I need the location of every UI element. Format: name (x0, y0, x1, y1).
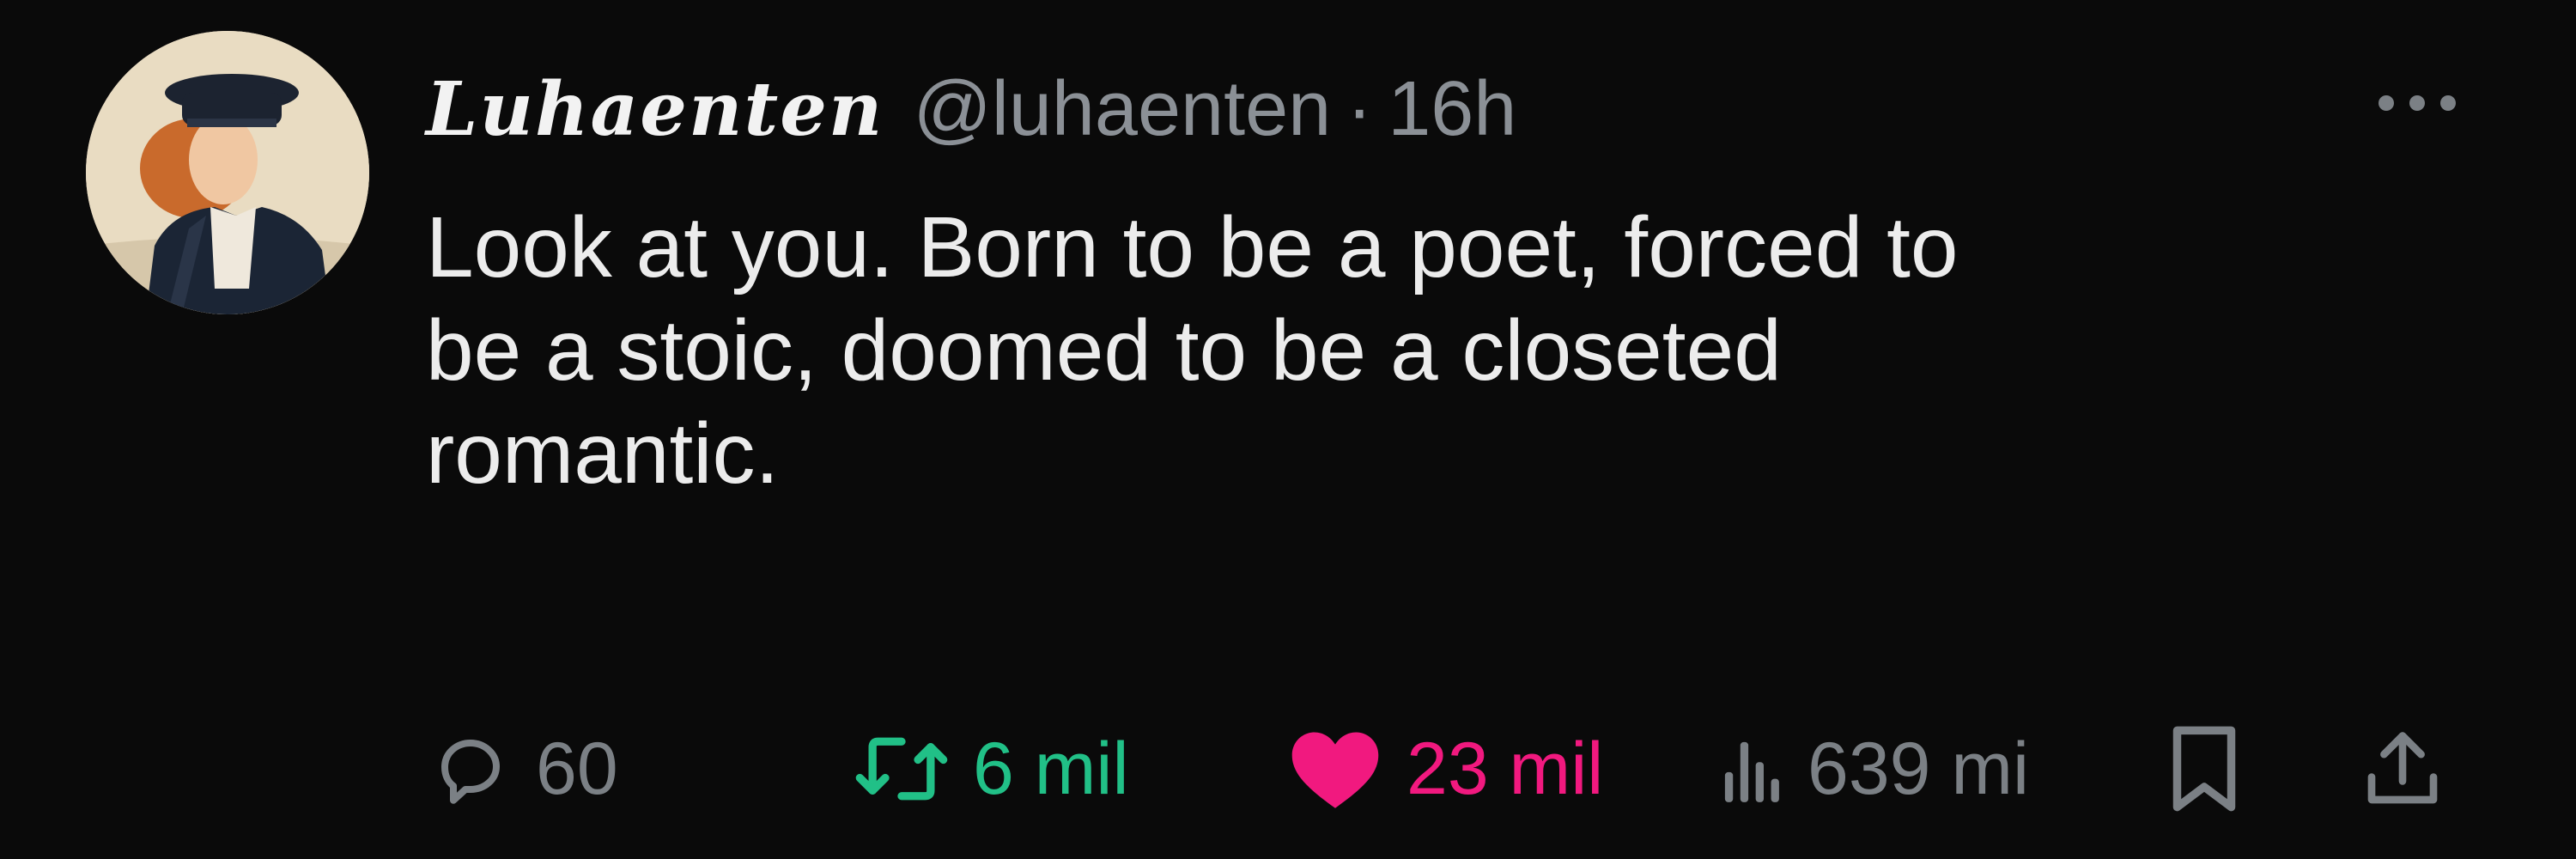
separator: · (1346, 65, 1373, 152)
heart-filled-icon (1291, 732, 1379, 808)
views-chart-icon (1724, 741, 1779, 802)
more-horizontal-icon (2440, 95, 2456, 111)
share-button[interactable] (2361, 704, 2444, 833)
bookmark-icon (2172, 726, 2236, 812)
user-handle[interactable]: @luhaenten (913, 65, 1331, 154)
tweet-text-line: romantic. (426, 405, 780, 502)
retweet-button[interactable]: 6 mil (854, 704, 1129, 833)
reply-count: 60 (536, 727, 618, 810)
timestamp[interactable]: 16h (1388, 65, 1516, 154)
retweet-count: 6 mil (973, 727, 1129, 810)
bookmark-button[interactable] (2168, 704, 2240, 833)
like-button[interactable]: 23 mil (1288, 704, 1603, 833)
tweet-card[interactable]: Luhaenten @luhaenten · 16h Look at you. … (0, 0, 2576, 859)
display-name[interactable]: Luhaenten (426, 66, 884, 153)
views-count: 639 mi (1807, 727, 2030, 810)
tweet-header: Luhaenten @luhaenten · 16h (426, 53, 1516, 165)
like-count: 23 mil (1406, 727, 1604, 810)
more-horizontal-icon (2379, 95, 2394, 111)
avatar[interactable] (86, 31, 369, 314)
tweet-text-line: be a stoic, doomed to be a closeted (426, 302, 1782, 399)
retweet-icon (855, 737, 948, 801)
tweet-text-line: Look at you. Born to be a poet, forced t… (426, 199, 1959, 295)
share-icon (2367, 732, 2438, 804)
reply-bubble-icon (441, 740, 500, 804)
action-bar: 60 6 mil 23 mil 639 mi (0, 704, 2576, 833)
views-button[interactable]: 639 mi (1722, 704, 2029, 833)
more-horizontal-icon (2409, 95, 2425, 111)
reply-button[interactable]: 60 (429, 704, 618, 833)
more-button[interactable] (2357, 82, 2477, 125)
tweet-text: Look at you. Born to be a poet, forced t… (426, 196, 2504, 505)
portrait-avatar-icon (86, 31, 369, 314)
